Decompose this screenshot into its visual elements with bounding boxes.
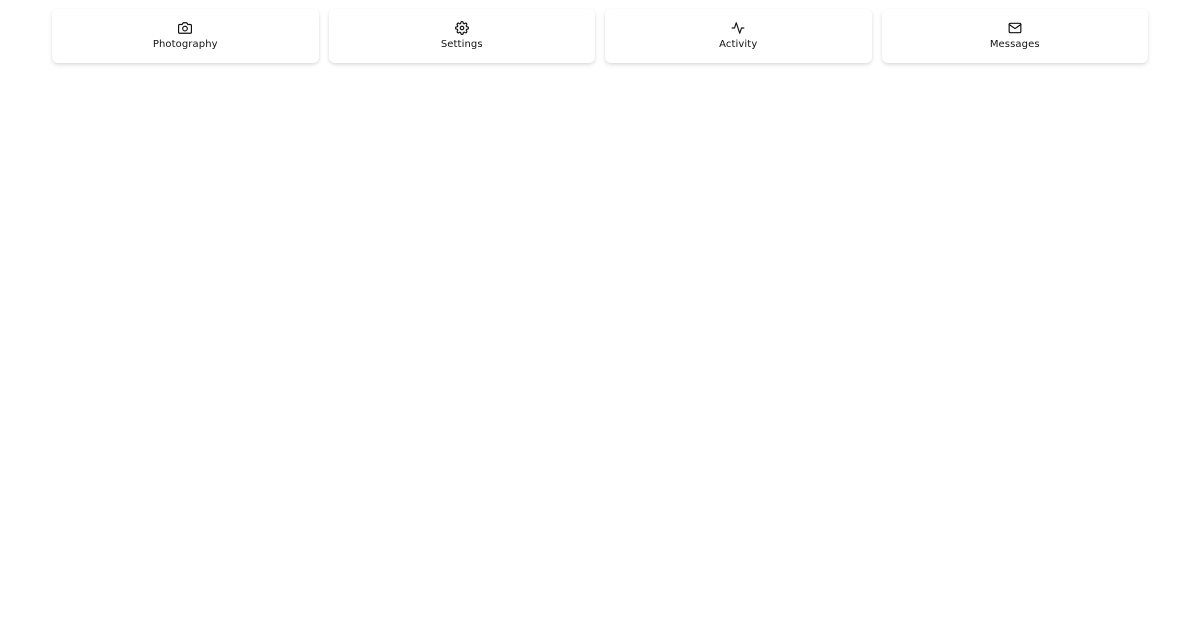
card-label: Settings xyxy=(440,39,483,50)
card-settings[interactable]: Settings xyxy=(328,9,595,63)
mail-icon xyxy=(1008,21,1022,35)
gear-icon xyxy=(454,21,469,35)
card-activity[interactable]: Activity xyxy=(605,9,872,63)
card-label: Photography xyxy=(152,39,218,50)
activity-icon xyxy=(731,21,745,35)
card-photography[interactable]: Photography xyxy=(52,9,319,63)
camera-icon xyxy=(178,21,193,35)
category-card-row: Photography Settings Activity Messages xyxy=(52,9,1148,63)
card-messages[interactable]: Messages xyxy=(881,9,1148,63)
card-label: Activity xyxy=(719,39,758,50)
card-label: Messages xyxy=(989,39,1040,50)
